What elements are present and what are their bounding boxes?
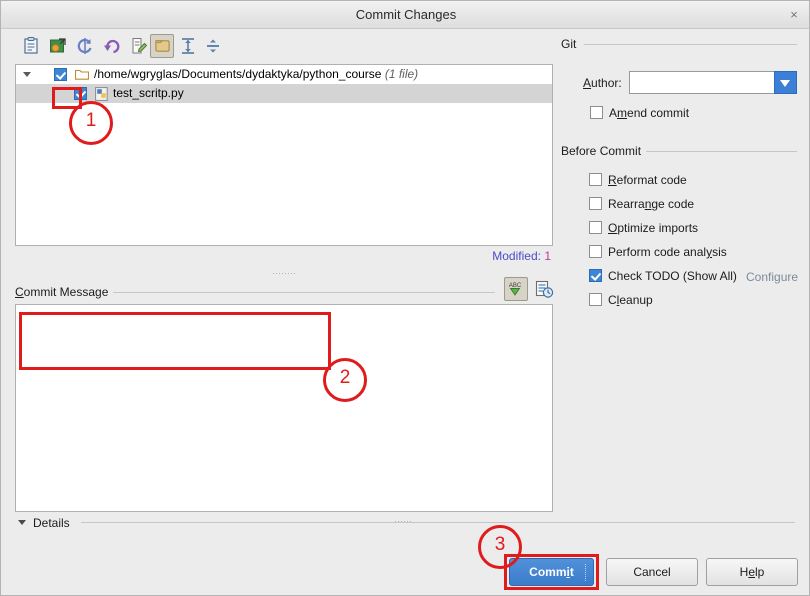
reformat-code-checkbox-box[interactable] (589, 173, 602, 186)
optimize-imports-checkbox-box[interactable] (589, 221, 602, 234)
check-todo-label: Check TODO (Show All) (608, 269, 737, 283)
modified-label: Modified: (492, 249, 541, 263)
python-file-icon (95, 87, 108, 101)
details-toggle[interactable]: Details (33, 516, 70, 530)
file-name-label: test_scritp.py (113, 86, 184, 100)
root-file-count: (1 file) (384, 67, 419, 81)
tree-row-root[interactable]: /home/wgryglas/Documents/dydaktyka/pytho… (16, 65, 552, 84)
before-commit-group-title: Before Commit (561, 144, 647, 158)
file-tree-panel[interactable]: /home/wgryglas/Documents/dydaktyka/pytho… (15, 64, 553, 246)
before-commit-group-rule (645, 151, 797, 152)
root-checkbox[interactable] (54, 68, 67, 81)
cancel-button[interactable]: Cancel (606, 558, 698, 586)
git-group-title: Git (561, 37, 582, 51)
rearrange-code-checkbox-box[interactable] (589, 197, 602, 210)
message-history-icon[interactable] (534, 279, 554, 299)
root-path-text: /home/wgryglas/Documents/dydaktyka/pytho… (94, 67, 382, 81)
help-button[interactable]: Help (706, 558, 798, 586)
amend-commit-checkbox-box[interactable] (590, 106, 603, 119)
author-field[interactable] (629, 71, 797, 94)
file-checkbox[interactable] (74, 87, 87, 100)
commit-button[interactable]: Commit (509, 558, 594, 586)
toolbar: Change list: Default (1, 29, 809, 88)
edit-source-icon[interactable] (127, 34, 151, 58)
refresh-icon[interactable] (73, 34, 97, 58)
revert-icon[interactable] (100, 34, 124, 58)
perform-code-analysis-label: Perform code analysis (608, 245, 727, 259)
expand-all-icon[interactable] (176, 34, 200, 58)
commit-changes-dialog: Commit Changes × /home/wgryglas/Document… (0, 0, 810, 596)
commit-message-label: Commit Message (15, 285, 114, 299)
rearrange-code-label: Rearrange code (608, 197, 695, 211)
configure-link[interactable]: Configure (746, 270, 798, 284)
tree-row-file[interactable]: test_scritp.py (16, 84, 552, 103)
details-rule (81, 522, 795, 523)
group-by-directory-icon[interactable] (150, 34, 174, 58)
folder-icon (75, 69, 89, 80)
move-to-changelist-icon[interactable] (46, 34, 70, 58)
cleanup-label: Cleanup (608, 293, 653, 307)
optimize-imports-label: Optimize imports (608, 221, 699, 235)
splitter-grip-bottom[interactable] (395, 519, 411, 524)
status-modified: Modified: 1 (492, 249, 551, 263)
commit-button-dropdown-divider (585, 564, 587, 581)
root-path-label: /home/wgryglas/Documents/dydaktyka/pytho… (94, 65, 418, 84)
git-group-rule (584, 44, 797, 45)
perform-code-analysis-checkbox-box[interactable] (589, 245, 602, 258)
amend-commit-label: Amend commit (609, 106, 690, 120)
author-label: Author: (583, 76, 622, 90)
spellcheck-abc-icon[interactable]: ABC (504, 277, 528, 301)
help-button-label: Help (739, 565, 765, 579)
splitter-grip-top[interactable] (273, 271, 295, 276)
commit-message-input[interactable] (15, 304, 553, 512)
show-diff-icon[interactable] (19, 34, 43, 58)
reformat-code-label: Reformat code (608, 173, 687, 187)
check-todo-checkbox-box[interactable] (589, 269, 602, 282)
author-dropdown-icon[interactable] (774, 71, 797, 94)
window-title: Commit Changes (355, 7, 457, 22)
title-bar: Commit Changes × (1, 1, 809, 29)
commit-button-label: Commit (529, 565, 574, 579)
collapse-all-icon[interactable] (201, 34, 225, 58)
chevron-down-icon[interactable] (18, 520, 26, 525)
modified-count: 1 (544, 249, 551, 263)
cleanup-checkbox-box[interactable] (589, 293, 602, 306)
close-icon[interactable]: × (784, 6, 804, 24)
chevron-down-icon[interactable] (23, 72, 31, 77)
